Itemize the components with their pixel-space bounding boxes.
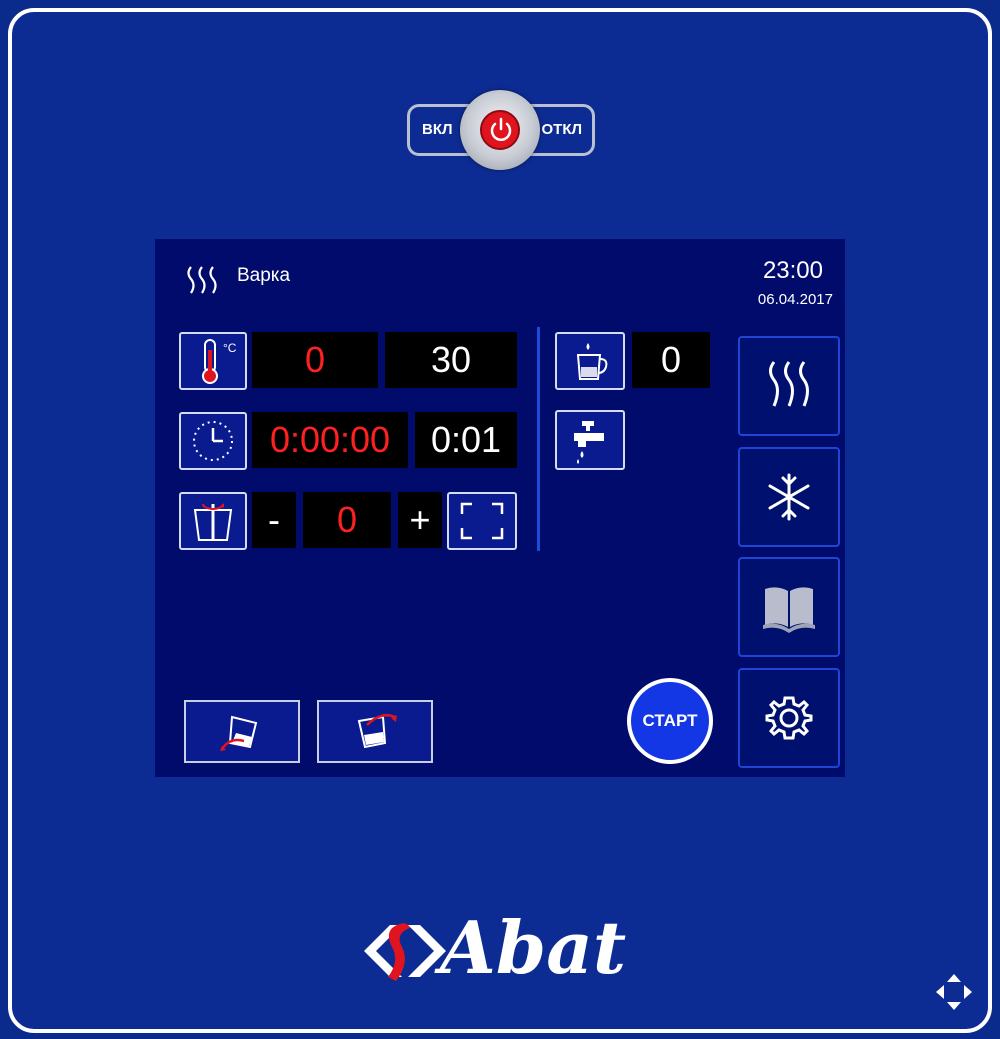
steam-icon [185, 263, 225, 302]
power-on-label: ВКЛ [422, 121, 453, 138]
clock-icon [193, 421, 233, 461]
temperature-button[interactable]: °C [179, 332, 247, 390]
tilt-plus-button[interactable]: + [398, 492, 442, 548]
power-off-label: ОТКЛ [541, 121, 582, 138]
power-icon [480, 110, 520, 150]
kettle-tilt-icon [193, 503, 233, 541]
temperature-current: 0 [252, 332, 378, 388]
gear-icon [765, 696, 813, 740]
snowflake-icon [768, 473, 810, 521]
touch-screen: Варка 23:00 06.04.2017 °C 0 30 0:00:00 0… [155, 239, 845, 777]
start-button[interactable]: СТАРТ [627, 678, 713, 764]
svg-text:°C: °C [223, 341, 237, 355]
steam-mode-button[interactable] [738, 336, 840, 436]
water-fill-button[interactable] [555, 332, 625, 390]
power-knob[interactable] [460, 90, 540, 170]
tilt-minus-button[interactable]: - [252, 492, 296, 548]
clock-time: 23:00 [762, 257, 823, 284]
water-tap-button[interactable] [555, 410, 625, 470]
tilt-button[interactable] [179, 492, 247, 550]
water-value[interactable]: 0 [632, 332, 710, 388]
book-icon [763, 587, 815, 633]
temperature-setpoint[interactable]: 30 [385, 332, 517, 388]
section-divider [537, 327, 540, 551]
tilt-up-icon [357, 713, 397, 748]
abat-logo-mark [364, 923, 446, 981]
recipe-book-button[interactable] [738, 557, 840, 657]
brand-logo: Abat [360, 905, 650, 995]
logo-text: Abat [440, 905, 627, 990]
tilt-value: 0 [303, 492, 391, 548]
cup-icon [576, 343, 608, 380]
fullscreen-icon [460, 502, 504, 540]
water-tap-icon [574, 421, 604, 464]
power-switch[interactable]: ВКЛ ОТКЛ [405, 90, 599, 170]
tilt-down-button[interactable] [184, 700, 300, 763]
clock-date: 06.04.2017 [757, 291, 833, 308]
cooling-mode-button[interactable] [738, 447, 840, 547]
settings-button[interactable] [738, 668, 840, 768]
move-handle-icon[interactable] [932, 970, 976, 1019]
steam-icon [769, 361, 809, 407]
time-setpoint[interactable]: 0:01 [415, 412, 517, 468]
tilt-down-icon [220, 715, 258, 751]
tilt-up-button[interactable] [317, 700, 433, 763]
time-elapsed: 0:00:00 [252, 412, 408, 468]
fullscreen-button[interactable] [447, 492, 517, 550]
timer-button[interactable] [179, 412, 247, 470]
mode-name: Варка [237, 265, 291, 286]
thermometer-celsius-icon: °C [202, 339, 237, 384]
